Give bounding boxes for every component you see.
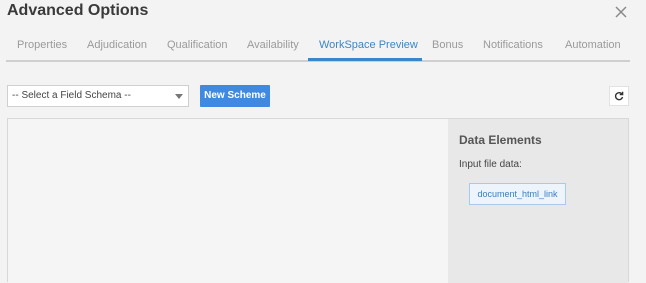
- new-scheme-button[interactable]: New Scheme: [200, 85, 270, 107]
- tab-availability[interactable]: Availability: [247, 32, 299, 60]
- field-schema-select-value: -- Select a Field Schema --: [12, 90, 131, 101]
- workspace-preview-panel: Data Elements Input file data: document_…: [7, 118, 629, 283]
- preview-canvas: [8, 119, 448, 283]
- input-file-data-label: Input file data:: [459, 159, 522, 170]
- tab-adjudication[interactable]: Adjudication: [87, 32, 147, 60]
- tab-properties[interactable]: Properties: [17, 32, 67, 60]
- chevron-down-icon: [175, 94, 183, 99]
- tab-workspace-preview[interactable]: WorkSpace Preview: [319, 32, 418, 60]
- refresh-icon: [614, 91, 624, 101]
- active-tab-indicator: [308, 58, 422, 61]
- data-element-chip[interactable]: document_html_link: [469, 183, 566, 205]
- tab-notifications[interactable]: Notifications: [483, 32, 543, 60]
- data-elements-title: Data Elements: [459, 133, 542, 147]
- tab-bonus[interactable]: Bonus: [432, 32, 463, 60]
- tab-qualification[interactable]: Qualification: [167, 32, 228, 60]
- dialog-title: Advanced Options: [7, 2, 149, 19]
- close-icon[interactable]: [612, 3, 630, 21]
- field-schema-select[interactable]: -- Select a Field Schema --: [7, 85, 189, 107]
- tab-automation[interactable]: Automation: [565, 32, 621, 60]
- data-elements-sidebar: Data Elements Input file data: document_…: [448, 119, 628, 283]
- refresh-button[interactable]: [609, 86, 629, 106]
- tab-bar: Properties Adjudication Qualification Av…: [6, 32, 630, 62]
